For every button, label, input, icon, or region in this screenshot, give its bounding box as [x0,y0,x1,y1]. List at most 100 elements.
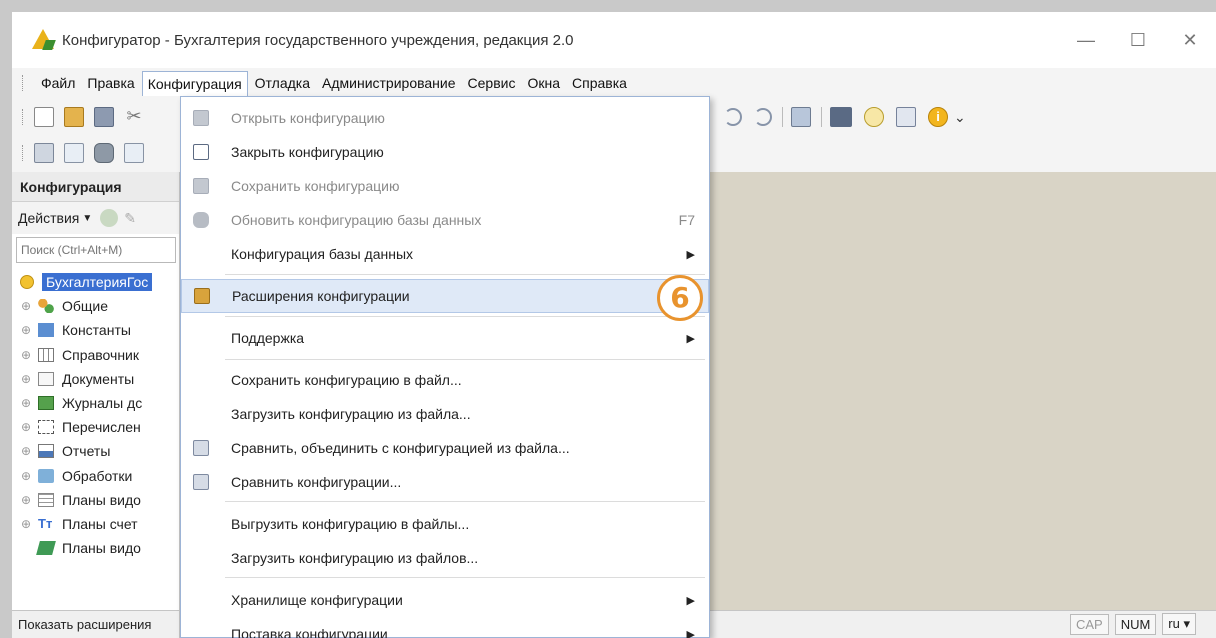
tree-item-processing[interactable]: ⊕ Обработки [12,464,179,488]
edit-icon[interactable]: ✎ [124,210,136,227]
menu-administration[interactable]: Администрирование [317,71,461,95]
menu-item-save-to-file[interactable]: Сохранить конфигурацию в файл... [181,363,709,397]
tree-item-calc-types[interactable]: ⊕Планы видо [12,536,179,560]
actions-menu-button[interactable]: Действия [18,210,79,226]
menu-debug[interactable]: Отладка [250,71,315,95]
search-forward-icon[interactable] [724,108,742,126]
expand-icon[interactable]: ⊕ [18,444,34,458]
menu-item-compare[interactable]: Сравнить конфигурации... [181,465,709,499]
expand-icon[interactable]: ⊕ [18,396,34,410]
chart-types-icon [38,492,54,507]
constants-icon [38,323,54,338]
education-icon[interactable] [830,107,852,127]
actions-caret-icon[interactable]: ▼ [82,213,92,224]
num-indicator: NUM [1114,613,1157,635]
maximize-button[interactable]: ☐ [1112,30,1164,51]
status-text: Показать расширения [12,610,180,638]
menu-configuration[interactable]: Конфигурация [141,70,248,96]
tree-item-enums[interactable]: ⊕ Перечислен [12,415,179,439]
menu-item-compare-merge[interactable]: Сравнить, объединить с конфигурацией из … [181,431,709,465]
tree-root[interactable]: БухгалтерияГос [12,270,179,294]
tree-item-chart-accounts[interactable]: ⊕ Тт Планы счет [12,512,179,536]
notes-icon[interactable] [896,107,916,127]
menu-item-label: Сравнить, объединить с конфигурацией из … [231,440,570,456]
submenu-arrow-icon: ▶ [686,594,695,607]
menu-item-update-db[interactable]: Обновить конфигурацию базы данных F7 [181,203,709,237]
tree-item-catalogs[interactable]: ⊕ Справочник [12,343,179,367]
menu-item-label: Хранилище конфигурации [231,592,403,608]
step-badge: 6 [657,275,703,321]
menu-item-label: Сравнить конфигурации... [231,474,402,490]
expand-icon[interactable]: ⊕ [18,469,34,483]
hint-icon[interactable] [864,107,884,127]
search-back-icon[interactable] [754,108,772,126]
menu-grip [22,75,24,91]
expand-icon[interactable]: ⊕ [18,493,34,507]
menu-help[interactable]: Справка [567,71,632,95]
menu-item-label: Открыть конфигурацию [231,110,385,126]
menu-bar: Файл Правка Конфигурация Отладка Админис… [12,68,1216,98]
menu-item-open-config[interactable]: Открыть конфигурацию [181,101,709,135]
expand-icon[interactable]: ⊕ [18,299,34,313]
tree-item-label: Обработки [62,467,133,484]
toolbar-grip [22,109,24,125]
menu-item-export-files[interactable]: Выгрузить конфигурацию в файлы... [181,507,709,541]
tree-item-label: Перечислен [62,419,141,436]
menu-item-close-config[interactable]: Закрыть конфигурацию [181,135,709,169]
window-icon[interactable] [791,107,811,127]
expand-icon[interactable]: ⊕ [18,517,34,531]
add-icon[interactable] [100,209,119,227]
save-icon[interactable] [94,107,114,127]
compare-icon [193,474,209,490]
new-file-icon[interactable] [34,107,54,127]
menu-edit[interactable]: Правка [82,71,139,95]
menu-item-label: Сохранить конфигурацию в файл... [231,372,462,388]
menu-item-save-config[interactable]: Сохранить конфигурацию [181,169,709,203]
tree-item-documents[interactable]: ⊕ Документы [12,367,179,391]
menu-item-label: Загрузить конфигурацию из файла... [231,406,471,422]
expand-icon[interactable]: ⊕ [18,420,34,434]
actions-bar: Действия ▼ ✎ [12,202,179,234]
open-config-tool-icon[interactable] [34,143,54,163]
tree-item-journals[interactable]: ⊕ Журналы дс [12,391,179,415]
menu-item-repository[interactable]: Хранилище конфигурации ▶ [181,583,709,617]
tree-item-chart-types[interactable]: ⊕ Планы видо [12,488,179,512]
close-button[interactable]: ✕ [1164,30,1216,51]
menu-item-delivery[interactable]: Поставка конфигурации ▶ [181,617,709,638]
menu-item-db-config[interactable]: Конфигурация базы данных ▶ [181,237,709,271]
menu-separator [225,359,705,360]
expand-icon[interactable]: ⊕ [18,348,34,362]
close-config-tool-icon[interactable] [64,143,84,163]
menu-item-extensions[interactable]: Расширения конфигурации [181,279,709,313]
expand-icon[interactable]: ⊕ [18,372,34,386]
compare-merge-icon [193,440,209,456]
menu-item-support[interactable]: Поддержка ▶ [181,321,709,355]
config-tree-tool-icon[interactable] [124,143,144,163]
minimize-button[interactable]: — [1060,30,1112,51]
tree-item-constants[interactable]: ⊕ Константы [12,318,179,342]
configuration-panel: Конфигурация Действия ▼ ✎ БухгалтерияГос… [12,172,180,610]
calc-types-icon [36,541,56,556]
open-file-icon[interactable] [64,107,84,127]
tree-item-reports[interactable]: ⊕ Отчеты [12,439,179,463]
tree-root-label: БухгалтерияГос [42,273,153,292]
toolbar-more-icon[interactable]: ⌄ [954,109,966,126]
update-db-tool-icon[interactable] [94,143,114,163]
menu-item-import-files[interactable]: Загрузить конфигурацию из файлов... [181,541,709,575]
tree-item-label: Отчеты [62,443,111,460]
tree-item-common[interactable]: ⊕ Общие [12,294,179,318]
menu-item-label: Загрузить конфигурацию из файлов... [231,550,479,566]
menu-file[interactable]: Файл [36,71,80,95]
menu-windows[interactable]: Окна [522,71,565,95]
cut-icon[interactable]: ✂ [124,107,144,127]
expand-icon[interactable]: ⊕ [18,323,34,337]
menu-separator [225,577,705,578]
info-icon[interactable]: i [928,107,948,127]
menu-item-label: Конфигурация базы данных [231,246,414,262]
menu-service[interactable]: Сервис [463,71,521,95]
search-input[interactable] [16,237,176,263]
tree-item-label: Константы [62,322,131,339]
menu-item-load-from-file[interactable]: Загрузить конфигурацию из файла... [181,397,709,431]
language-selector[interactable]: ru ▾ [1162,613,1196,635]
menu-separator [225,274,705,275]
